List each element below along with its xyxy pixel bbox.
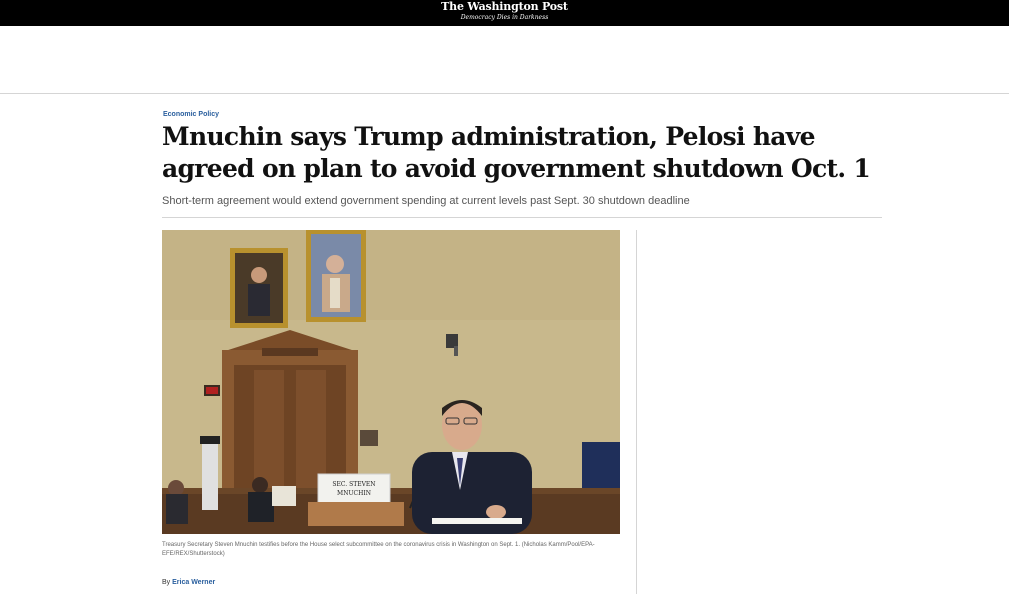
article-headline: Mnuchin says Trump administration, Pelos… bbox=[162, 122, 871, 183]
ad-space bbox=[0, 26, 1009, 93]
sidebar-divider bbox=[636, 230, 637, 594]
author-link[interactable]: Erica Werner bbox=[172, 579, 215, 586]
hearing-room-illustration: SEC. STEVEN MNUCHIN bbox=[162, 230, 620, 534]
section-link[interactable]: Economic Policy bbox=[163, 111, 219, 118]
nameplate-line2: MNUCHIN bbox=[337, 490, 371, 497]
byline-prefix: By bbox=[162, 579, 171, 586]
byline: By Erica Werner bbox=[162, 579, 215, 586]
ad-divider bbox=[0, 93, 1009, 94]
masthead-tagline: Democracy Dies in Darkness bbox=[460, 14, 549, 21]
top-navigation-bar: The Washington Post Democracy Dies in Da… bbox=[0, 0, 1009, 26]
article-photo[interactable]: SEC. STEVEN MNUCHIN bbox=[162, 230, 620, 534]
article-subheadline: Short-term agreement would extend govern… bbox=[162, 195, 690, 207]
headline-divider bbox=[162, 217, 882, 218]
photo-caption: Treasury Secretary Steven Mnuchin testif… bbox=[162, 542, 595, 557]
masthead-logo[interactable]: The Washington Post bbox=[0, 1, 1009, 12]
nameplate-line1: SEC. STEVEN bbox=[332, 481, 375, 488]
